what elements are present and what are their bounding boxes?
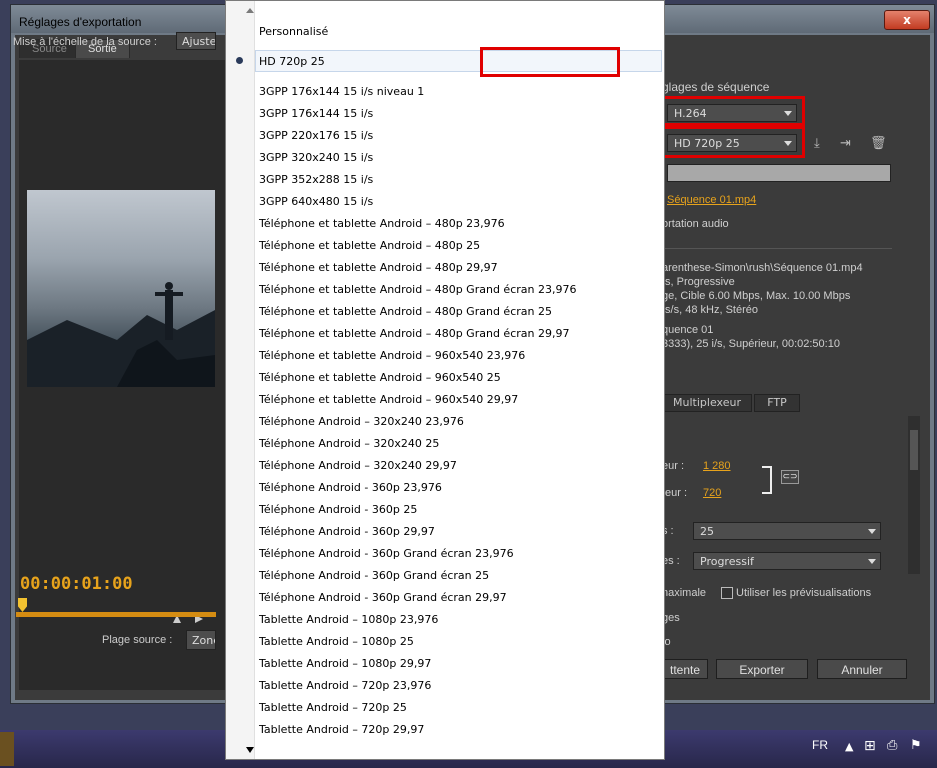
tab-multiplexer[interactable]: Multiplexeur — [662, 394, 752, 412]
dropdown-item[interactable]: Téléphone Android - 360p Grand écran 23,… — [259, 543, 514, 565]
taskbar-app-icon[interactable] — [0, 732, 14, 766]
dropdown-item[interactable]: Téléphone et tablette Android – 480p 29,… — [259, 257, 498, 279]
field-order-select[interactable]: Progressif — [693, 552, 881, 570]
timeline-bar[interactable] — [16, 612, 216, 617]
dropdown-item[interactable]: Téléphone Android – 320x240 29,97 — [259, 455, 457, 477]
source-scaling-label: Mise à l'échelle de la source : — [13, 36, 157, 48]
delete-preset-icon[interactable]: 🗑 — [870, 136, 887, 151]
dropdown-item[interactable]: 3GPP 176x144 15 i/s niveau 1 — [259, 81, 424, 103]
dropdown-item[interactable]: 3GPP 320x240 15 i/s — [259, 147, 373, 169]
video-preview — [27, 190, 215, 387]
scrollbar-thumb[interactable] — [910, 430, 918, 470]
width-label: eur : — [662, 460, 685, 472]
export-audio-label: ortation audio — [662, 218, 729, 230]
settings-scrollbar[interactable] — [908, 416, 920, 574]
output-name-link[interactable]: Séquence 01.mp4 — [667, 194, 756, 206]
windows-icon[interactable]: ⊞ — [864, 738, 876, 754]
import-preset-icon[interactable]: ⇥ — [840, 136, 851, 151]
dropdown-item[interactable]: Téléphone Android – 320x240 23,976 — [259, 411, 464, 433]
height-value[interactable]: 720 — [703, 487, 721, 499]
flag-icon[interactable]: ⚑ — [910, 738, 922, 753]
window-title: Réglages d'exportation — [19, 15, 142, 29]
timecode[interactable]: 00:00:01:00 — [20, 574, 133, 594]
summary-line: arenthese-Simon\rush\Séquence 01.mp4 — [662, 262, 863, 274]
dropdown-item[interactable]: 3GPP 640x480 15 i/s — [259, 191, 373, 213]
dropdown-item[interactable]: Tablette Android – 1080p 25 — [259, 631, 414, 653]
tab-ftp-label: FTP — [767, 396, 787, 409]
device-icon[interactable]: ⎙ — [887, 738, 897, 753]
dropdown-item[interactable]: Téléphone et tablette Android – 480p 25 — [259, 235, 480, 257]
dropdown-item[interactable]: Téléphone Android - 360p 25 — [259, 499, 417, 521]
dropdown-item[interactable]: 3GPP 352x288 15 i/s — [259, 169, 373, 191]
language-indicator[interactable]: FR — [812, 738, 828, 752]
use-previews-label: Utiliser les prévisualisations — [736, 587, 872, 599]
dropdown-item[interactable]: Tablette Android – 720p 23,976 — [259, 675, 431, 697]
frame-rate-select[interactable]: 25 — [693, 522, 881, 540]
dropdown-item[interactable]: Téléphone et tablette Android – 480p Gra… — [259, 301, 552, 323]
close-button[interactable]: x — [884, 10, 930, 30]
dropdown-gutter — [226, 1, 255, 759]
dropdown-item[interactable]: Téléphone et tablette Android – 960x540 … — [259, 345, 525, 367]
selected-bullet-icon — [236, 57, 243, 64]
dropdown-item[interactable]: 3GPP 176x144 15 i/s — [259, 103, 373, 125]
tab-ftp[interactable]: FTP — [754, 394, 800, 412]
summary-line: ge, Cible 6.00 Mbps, Max. 10.00 Mbps — [662, 290, 851, 302]
comments-field[interactable] — [667, 164, 891, 182]
scroll-up-icon[interactable] — [246, 8, 254, 13]
dropdown-item[interactable]: Tablette Android – 1080p 29,97 — [259, 653, 431, 675]
dropdown-item[interactable]: Téléphone et tablette Android – 480p Gra… — [259, 323, 569, 345]
source-summary-line: quence 01 — [662, 324, 714, 336]
divider — [662, 248, 892, 249]
summary-line: /s, Progressive — [662, 276, 735, 288]
dropdown-item[interactable]: Téléphone et tablette Android – 480p 23,… — [259, 213, 505, 235]
chevron-down-icon — [868, 529, 876, 534]
preview-image — [27, 282, 215, 387]
dropdown-item[interactable]: Tablette Android – 720p 29,97 — [259, 719, 424, 741]
width-value[interactable]: 1 280 — [703, 460, 731, 472]
max-quality-label: naximale — [662, 587, 707, 599]
source-range-label: Plage source : — [102, 634, 173, 646]
source-summary-line: 3333), 25 i/s, Supérieur, 00:02:50:10 — [662, 338, 840, 350]
field-order-value: Progressif — [700, 555, 754, 568]
dropdown-item[interactable]: Téléphone Android - 360p Grand écran 29,… — [259, 587, 507, 609]
dropdown-item[interactable]: Téléphone Android - 360p 29,97 — [259, 521, 435, 543]
tab-multiplexer-label: Multiplexeur — [673, 396, 741, 409]
highlight-selected-preset — [480, 47, 620, 77]
chevron-down-icon — [868, 559, 876, 564]
save-preset-icon[interactable]: ⤓ — [814, 136, 820, 151]
dropdown-item[interactable]: Téléphone et tablette Android – 960x540 … — [259, 367, 501, 389]
export-button[interactable]: Exporter — [716, 659, 808, 679]
dropdown-item[interactable]: Téléphone Android - 360p Grand écran 25 — [259, 565, 489, 587]
use-previews-checkbox[interactable] — [721, 587, 733, 599]
link-bracket — [762, 466, 772, 494]
dropdown-item[interactable]: HD 720p 25 — [259, 51, 325, 73]
highlight-preset — [659, 126, 805, 158]
sequence-settings-heading: glages de séquence — [662, 80, 770, 94]
chevron-up-icon[interactable]: ▲ — [845, 740, 853, 753]
dropdown-item[interactable]: Téléphone et tablette Android – 960x540 … — [259, 389, 518, 411]
dropdown-item[interactable]: Téléphone Android – 320x240 25 — [259, 433, 439, 455]
preset-dropdown-list[interactable]: Personnalisé HD 720p 25 3GPP 176x144 15 i/… — [225, 0, 665, 760]
dropdown-item[interactable]: 3GPP 220x176 15 i/s — [259, 125, 373, 147]
queue-button[interactable]: ttente — [662, 659, 708, 679]
dropdown-item[interactable]: Tablette Android – 720p 25 — [259, 697, 407, 719]
height-label: teur : — [662, 487, 688, 499]
link-dimensions-icon[interactable]: ⊂⊃ — [781, 470, 799, 484]
dropdown-item[interactable]: Tablette Android – 1080p 23,976 — [259, 609, 438, 631]
scroll-down-icon[interactable] — [246, 747, 254, 753]
highlight-format — [659, 96, 805, 126]
source-scaling-select[interactable]: Ajuste — [176, 32, 216, 50]
dropdown-item[interactable]: Personnalisé — [259, 21, 328, 43]
frame-rate-value: 25 — [700, 525, 714, 538]
cancel-button[interactable]: Annuler — [817, 659, 907, 679]
dropdown-item[interactable]: Téléphone et tablette Android – 480p Gra… — [259, 279, 576, 301]
source-range-select[interactable]: Zone — [186, 630, 216, 650]
dropdown-item[interactable]: Téléphone Android - 360p 23,976 — [259, 477, 442, 499]
summary-line: ts/s, 48 kHz, Stéréo — [662, 304, 758, 316]
